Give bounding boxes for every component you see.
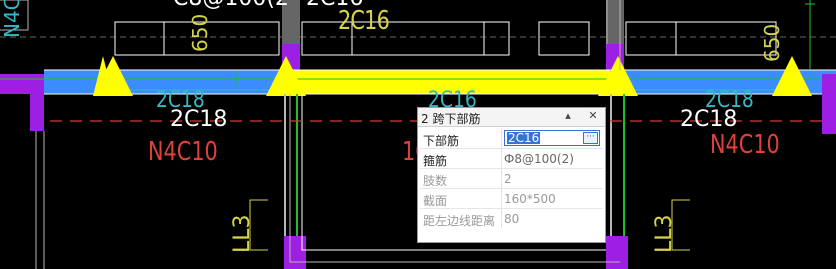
column-bottom-right [606,236,628,269]
property-value[interactable]: Ф8@100(2) [504,152,574,166]
drawing-label-red-left: N4C10 [148,137,218,167]
property-label: 下部筋 [423,134,460,148]
property-row-section: 截面 160*500 [420,189,603,209]
property-row-left-offset: 距左边线距离 80 [420,209,603,228]
property-value: 160*500 [504,192,556,206]
rebar-box [114,21,165,56]
property-label: 肢数 [423,174,448,188]
property-row-legs: 肢数 2 [420,169,603,189]
column-right [822,74,836,134]
span-property-panel[interactable]: 2 跨下部筋 ▴ ✕ 下部筋 2C16 ··· 箍筋 Ф8@100(2) 肢数 … [417,107,606,243]
rebar-grade-symbol: Ф [504,152,515,166]
property-row-stirrup[interactable]: 箍筋 Ф8@100(2) [420,149,603,169]
panel-header[interactable]: 2 跨下部筋 ▴ ✕ [418,108,605,127]
column-left-strip [0,74,44,94]
property-label: 截面 [423,194,448,208]
column-bottom-left [284,236,306,269]
drawing-label-ll3-left: LL3 [230,214,255,253]
drawing-label-ll3-right: LL3 [652,214,677,253]
property-label: 箍筋 [423,154,448,168]
drawing-label-white-left: 2C18 [170,107,228,132]
ellipsis-button[interactable]: ··· [583,132,598,144]
property-label: 距左边线距离 [423,214,496,228]
drawing-label-top-left: C8@100(2 [173,0,289,10]
rebar-box [538,21,590,56]
rebar-box [163,21,280,56]
pin-icon[interactable]: ▴ [561,109,575,124]
drawing-label-red-right: N4C10 [710,130,780,160]
property-row-bottom-rebar[interactable]: 下部筋 2C16 ··· [420,129,603,149]
panel-title: 2 跨下部筋 [421,112,481,126]
property-value: 80 [504,212,520,226]
drawing-label-right-vertical-dim: 650 [760,23,784,62]
bottom-rebar-input[interactable]: 2C16 ··· [504,130,600,146]
drawing-label-top-mid-upper: 2C16 [338,6,390,36]
rebar-box [483,21,510,56]
drawing-label-left-vertical-dim: 650 [188,13,212,52]
rebar-box [625,21,677,56]
close-icon[interactable]: ✕ [586,109,600,124]
bottom-rebar-value[interactable]: 2C16 [507,132,541,144]
column-mid-right-top [606,0,624,44]
property-value: 2 [504,172,512,186]
drawing-label-white-right: 2C18 [680,107,738,132]
drawing-label-left-code: N4C [0,0,24,38]
